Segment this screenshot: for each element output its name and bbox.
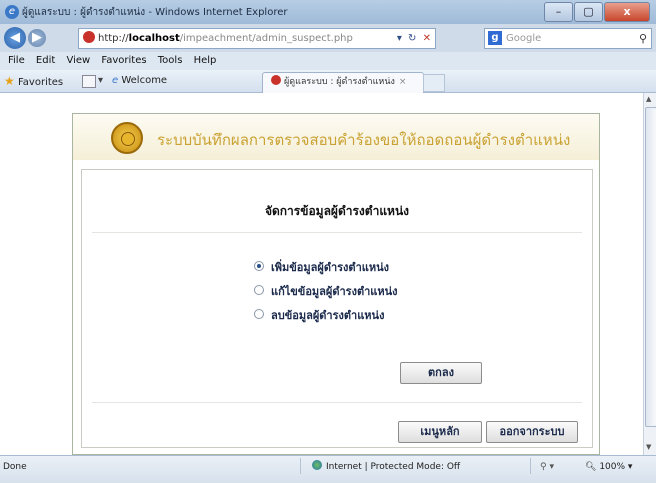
welcome-label: Welcome	[121, 75, 168, 86]
main-menu-button[interactable]: เมนูหลัก	[398, 421, 482, 443]
page-header: ระบบบันทึกผลการตรวจสอบคำร้องขอให้ถอดถอนผ…	[73, 114, 599, 160]
scrollbar-thumb[interactable]	[645, 107, 656, 427]
menu-edit[interactable]: Edit	[36, 55, 55, 66]
status-bar: Done Internet | Protected Mode: Off ⚲ ▾ …	[0, 455, 656, 483]
menu-help[interactable]: Help	[194, 55, 217, 66]
security-zone[interactable]: Internet | Protected Mode: Off	[312, 459, 460, 475]
divider	[92, 232, 582, 233]
ok-button[interactable]: ตกลง	[400, 362, 482, 384]
favorites-bar: ★ Favorites ▾ e Welcome ผู้ดูแลระบบ : ผู…	[0, 70, 656, 93]
management-panel: จัดการข้อมูลผู้ดำรงตำแหน่ง เพิ่มข้อมูลผู…	[81, 169, 593, 448]
option-delete-label: ลบข้อมูลผู้ดำรงตำแหน่ง	[271, 309, 385, 322]
address-host: localhost	[128, 33, 180, 44]
address-prefix: http://	[98, 33, 129, 44]
divider	[92, 402, 582, 403]
navigation-bar: ◀ ▶ http://localhost/impeachment/admin_s…	[0, 24, 656, 52]
scroll-up-icon[interactable]: ▲	[646, 95, 651, 103]
quick-tabs-icon[interactable]	[82, 75, 96, 88]
search-icon[interactable]: ⚲	[639, 29, 647, 48]
menu-bar: File Edit View Favorites Tools Help	[0, 52, 656, 70]
status-divider	[300, 458, 301, 474]
welcome-link[interactable]: e Welcome	[112, 70, 167, 92]
favorites-button[interactable]: ★ Favorites	[4, 70, 63, 94]
dropdown-arrow-icon[interactable]: ▾	[397, 31, 402, 47]
vertical-scrollbar[interactable]: ▲ ▼	[643, 93, 656, 455]
page-content: ระบบบันทึกผลการตรวจสอบคำร้องขอให้ถอดถอนผ…	[0, 93, 643, 455]
app-frame: ระบบบันทึกผลการตรวจสอบคำร้องขอให้ถอดถอนผ…	[72, 113, 600, 455]
maximize-button[interactable]: ▢	[574, 2, 603, 22]
tab-title: ผู้ดูแลระบบ : ผู้ดำรงตำแหน่ง	[284, 77, 395, 87]
menu-file[interactable]: File	[8, 55, 25, 66]
zone-label: Internet | Protected Mode: Off	[326, 462, 461, 472]
search-box[interactable]: g Google ⚲	[484, 28, 652, 49]
header-title: ระบบบันทึกผลการตรวจสอบคำร้องขอให้ถอดถอนผ…	[157, 131, 571, 149]
window-controls: – ▢ x	[543, 2, 650, 22]
tab-favicon-icon	[271, 75, 281, 85]
forward-button[interactable]: ▶	[28, 29, 46, 47]
window-title: ผู้ดูแลระบบ : ผู้ดำรงตำแหน่ง - Windows I…	[22, 7, 288, 18]
address-path: /impeachment/admin_suspect.php	[179, 33, 353, 44]
minimize-button[interactable]: –	[544, 2, 573, 22]
tab-close-icon[interactable]: ×	[399, 77, 407, 87]
section-title: จัดการข้อมูลผู้ดำรงตำแหน่ง	[264, 204, 410, 218]
zoom-control[interactable]: 🔍︎ 100% ▾	[585, 459, 632, 475]
emblem-logo-icon	[111, 122, 143, 154]
menu-favorites[interactable]: Favorites	[101, 55, 146, 66]
favorites-label: Favorites	[17, 77, 64, 88]
title-bar: e ผู้ดูแลระบบ : ผู้ดำรงตำแหน่ง - Windows…	[0, 0, 656, 24]
tab-list-dropdown-icon[interactable]: ▾	[98, 70, 103, 92]
new-tab-button[interactable]	[423, 74, 445, 92]
menu-view[interactable]: View	[66, 55, 90, 66]
menu-tools[interactable]: Tools	[158, 55, 183, 66]
search-placeholder: Google	[506, 33, 542, 44]
zoom-icon: 🔍︎	[585, 462, 597, 472]
google-logo-icon: g	[488, 31, 502, 45]
option-delete[interactable]: ลบข้อมูลผู้ดำรงตำแหน่ง	[254, 306, 384, 324]
ie-logo-icon: e	[5, 5, 19, 19]
option-add-label: เพิ่มข้อมูลผู้ดำรงตำแหน่ง	[271, 261, 389, 274]
scroll-down-icon[interactable]: ▼	[646, 443, 651, 451]
star-icon: ★	[4, 74, 15, 88]
stop-icon[interactable]: ✕	[423, 31, 431, 47]
security-settings-icon[interactable]: ⚲ ▾	[540, 459, 554, 475]
option-edit[interactable]: แก้ไขข้อมูลผู้ดำรงตำแหน่ง	[254, 282, 398, 300]
globe-icon	[312, 460, 322, 470]
status-text: Done	[3, 462, 27, 472]
option-add[interactable]: เพิ่มข้อมูลผู้ดำรงตำแหน่ง	[254, 258, 389, 276]
close-button[interactable]: x	[604, 2, 650, 22]
status-divider	[530, 458, 531, 474]
radio-add[interactable]	[254, 261, 264, 271]
zoom-level: 100%	[599, 462, 626, 472]
logout-button[interactable]: ออกจากระบบ	[486, 421, 578, 443]
browser-window: e ผู้ดูแลระบบ : ผู้ดำรงตำแหน่ง - Windows…	[0, 0, 656, 483]
back-button[interactable]: ◀	[4, 27, 26, 49]
address-tools: ▾ ↻ ✕	[394, 31, 431, 47]
radio-delete[interactable]	[254, 309, 264, 319]
radio-edit[interactable]	[254, 285, 264, 295]
ie-link-icon: e	[112, 75, 119, 86]
page-favicon-icon	[83, 31, 95, 43]
address-bar[interactable]: http://localhost/impeachment/admin_suspe…	[78, 28, 436, 49]
refresh-icon[interactable]: ↻	[408, 31, 416, 47]
active-tab[interactable]: ผู้ดูแลระบบ : ผู้ดำรงตำแหน่ง ×	[262, 72, 424, 93]
option-edit-label: แก้ไขข้อมูลผู้ดำรงตำแหน่ง	[271, 285, 398, 298]
